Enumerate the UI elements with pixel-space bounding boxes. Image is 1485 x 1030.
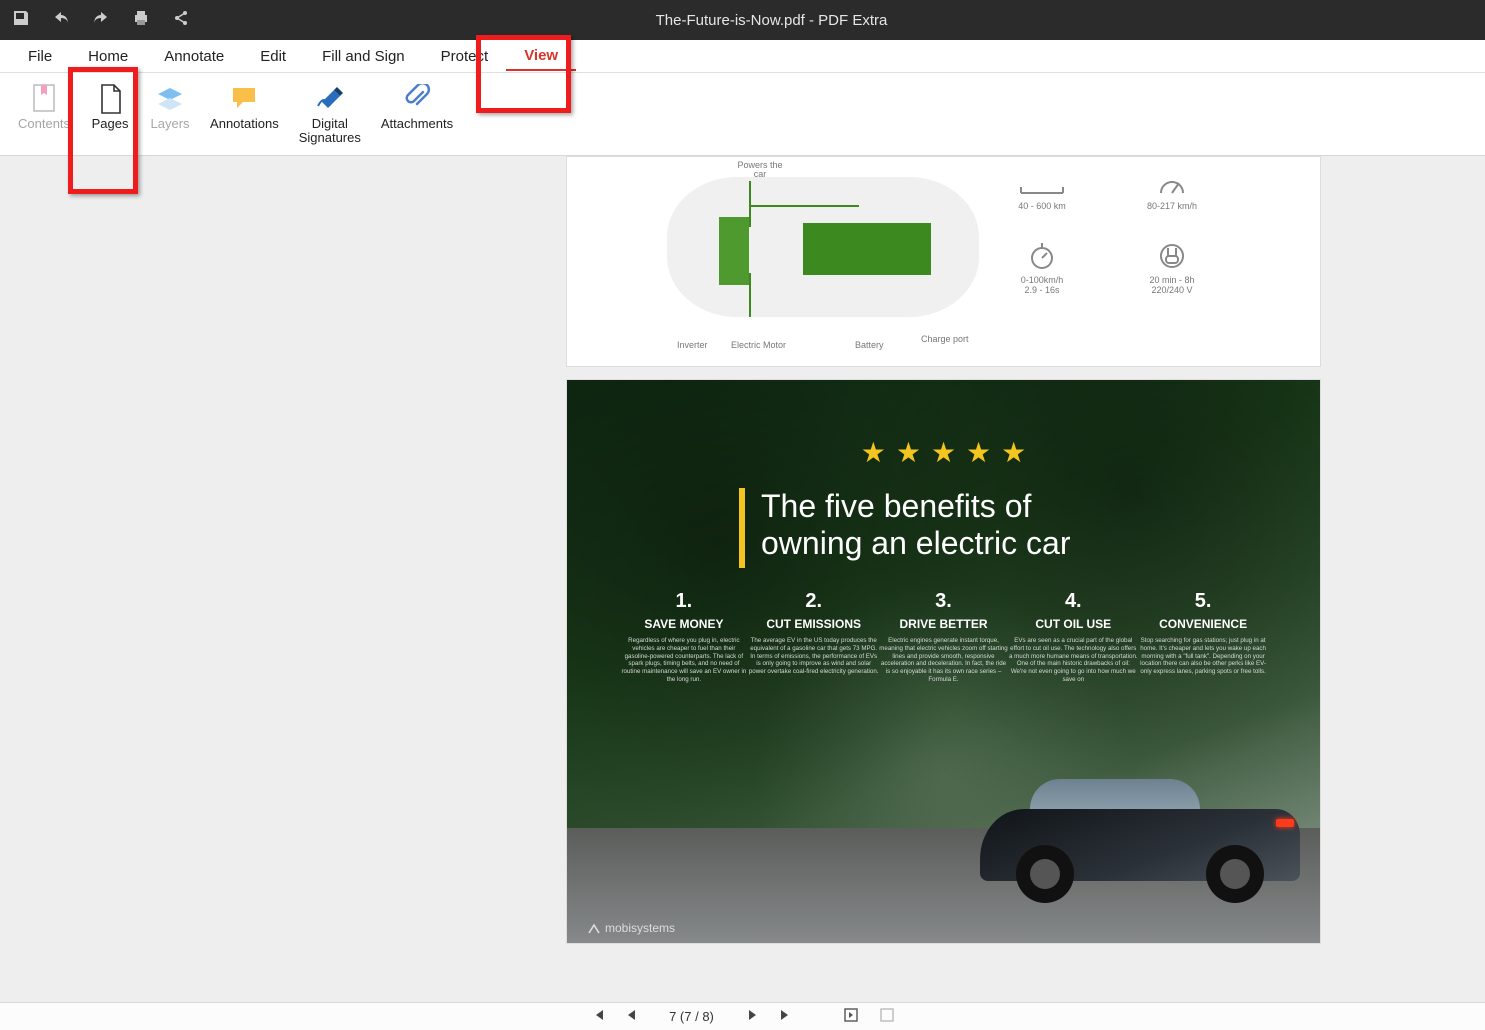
fit-width-button[interactable]	[879, 1007, 895, 1026]
last-page-button[interactable]	[779, 1008, 793, 1025]
redo-icon[interactable]	[92, 9, 110, 32]
menu-home[interactable]: Home	[70, 43, 146, 70]
inverter-label: Inverter	[677, 341, 708, 350]
star-icon: ★	[966, 436, 991, 469]
benefit-4: 4. CUT OIL USE EVs are seen as a crucial…	[1008, 590, 1138, 684]
document-page-full: ★ ★ ★ ★ ★ The five benefits of owning an…	[566, 379, 1321, 944]
comment-icon	[229, 81, 259, 117]
window-title: The-Future-is-Now.pdf - PDF Extra	[190, 12, 1473, 29]
ribbon-annotations[interactable]: Annotations	[200, 79, 289, 135]
benefit-1: 1. SAVE MONEY Regardless of where you pl…	[619, 590, 749, 684]
ribbon-attachments[interactable]: Attachments	[371, 79, 463, 135]
share-icon[interactable]	[172, 9, 190, 32]
menu-view[interactable]: View	[506, 42, 576, 71]
document-page-partial: Powers the car Inverter Electric Motor B…	[566, 156, 1321, 367]
stat-range: 40 - 600 km	[997, 171, 1087, 211]
charge-port-label: Charge port	[921, 335, 969, 344]
battery-label: Battery	[855, 341, 884, 350]
first-page-button[interactable]	[591, 1008, 605, 1025]
car-illustration	[980, 793, 1300, 903]
ribbon-digital-signatures[interactable]: Digital Signatures	[289, 79, 371, 150]
bookmark-icon	[30, 81, 58, 117]
star-icon: ★	[931, 436, 956, 469]
menu-file[interactable]: File	[10, 43, 70, 70]
star-icon: ★	[861, 436, 886, 469]
stat-accel: 0-100km/h 2.9 - 16s	[997, 241, 1087, 295]
menu-fill-and-sign[interactable]: Fill and Sign	[304, 43, 423, 70]
star-icon: ★	[1001, 436, 1026, 469]
arrow-up-icon	[749, 181, 751, 227]
ribbon-layers[interactable]: Layers	[140, 79, 200, 135]
arrow-left-icon	[751, 205, 859, 207]
menu-protect[interactable]: Protect	[423, 43, 507, 70]
benefit-2: 2. CUT EMISSIONS The average EV in the U…	[749, 590, 879, 684]
menu-edit[interactable]: Edit	[242, 43, 304, 70]
statusbar: 7 (7 / 8)	[0, 1002, 1485, 1030]
fit-page-button[interactable]	[843, 1007, 859, 1026]
paperclip-icon	[403, 81, 431, 117]
titlebar: The-Future-is-Now.pdf - PDF Extra	[0, 0, 1485, 40]
workspace-gutter	[1345, 156, 1485, 1002]
workspace[interactable]: Powers the car Inverter Electric Motor B…	[0, 156, 1485, 1002]
benefit-5: 5. CONVENIENCE Stop searching for gas st…	[1138, 590, 1268, 684]
page-icon	[96, 81, 124, 117]
ribbon-pages[interactable]: Pages	[80, 79, 140, 135]
star-icon: ★	[896, 436, 921, 469]
brand-footer: mobisystems	[587, 921, 675, 935]
ribbon-contents[interactable]: Contents	[8, 79, 80, 135]
save-icon[interactable]	[12, 9, 30, 32]
stopwatch-icon	[1027, 241, 1057, 271]
prev-page-button[interactable]	[625, 1009, 637, 1024]
stat-speed: 80-217 km/h	[1127, 171, 1217, 211]
menubar: File Home Annotate Edit Fill and Sign Pr…	[0, 40, 1485, 73]
next-page-button[interactable]	[747, 1009, 759, 1024]
signature-icon	[314, 81, 346, 117]
layers-icon	[155, 81, 185, 117]
ribbon: Contents Pages Layers Annotations Digita…	[0, 73, 1485, 156]
print-icon[interactable]	[132, 9, 150, 32]
motor-block	[719, 217, 749, 285]
plug-icon	[1157, 241, 1187, 271]
menu-annotate[interactable]: Annotate	[146, 43, 242, 70]
range-icon	[1019, 171, 1065, 197]
arrow-down-icon	[749, 273, 751, 317]
stars-row: ★ ★ ★ ★ ★	[567, 436, 1320, 469]
benefit-3: 3. DRIVE BETTER Electric engines generat…	[879, 590, 1009, 684]
motor-label: Electric Motor	[731, 341, 786, 350]
stat-charge: 20 min - 8h 220/240 V	[1127, 241, 1217, 295]
page-title: The five benefits of owning an electric …	[761, 488, 1070, 568]
accent-bar	[739, 488, 745, 568]
logo-icon	[587, 921, 601, 935]
battery-block	[803, 223, 931, 275]
speed-icon	[1157, 171, 1187, 197]
page-number-display[interactable]: 7 (7 / 8)	[657, 1009, 727, 1024]
undo-icon[interactable]	[52, 9, 70, 32]
